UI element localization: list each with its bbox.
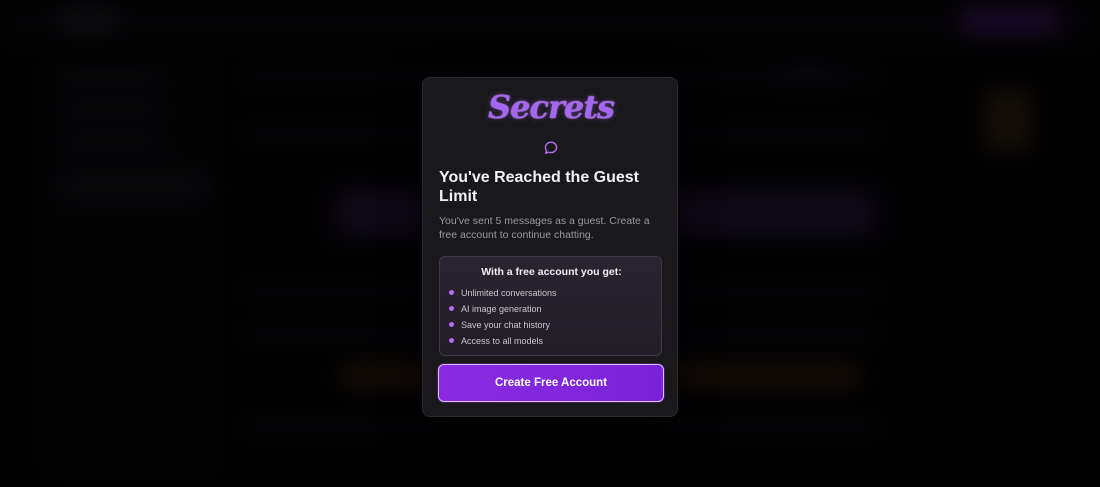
benefit-label: Unlimited conversations	[461, 288, 557, 298]
benefit-label: Save your chat history	[461, 320, 551, 330]
modal-subtitle: You've sent 5 messages as a guest. Creat…	[439, 215, 650, 241]
bullet-dot-icon	[449, 322, 454, 327]
benefits-list: Unlimited conversations AI image generat…	[448, 287, 557, 351]
chat-bubble-icon	[544, 141, 558, 154]
bullet-dot-icon	[449, 338, 454, 343]
benefit-label: AI image generation	[461, 304, 542, 314]
benefit-item: Access to all models	[448, 335, 557, 351]
bullet-dot-icon	[449, 290, 454, 295]
modal-title: You've Reached the Guest Limit	[439, 169, 640, 205]
guest-limit-modal: Secrets You've Reached the Guest Limit Y…	[422, 77, 678, 417]
benefits-box: With a free account you get: Unlimited c…	[439, 256, 662, 356]
benefit-item: Unlimited conversations	[448, 287, 557, 303]
benefits-heading: With a free account you get:	[481, 266, 622, 278]
benefit-item: AI image generation	[448, 303, 557, 319]
create-free-account-button[interactable]: Create Free Account	[438, 364, 664, 402]
app-screen: Secrets You've Reached the Guest Limit Y…	[0, 0, 1100, 487]
benefit-label: Access to all models	[461, 336, 544, 346]
benefit-item: Save your chat history	[448, 319, 557, 335]
bullet-dot-icon	[449, 306, 454, 311]
brand-logo: Secrets	[488, 88, 615, 126]
